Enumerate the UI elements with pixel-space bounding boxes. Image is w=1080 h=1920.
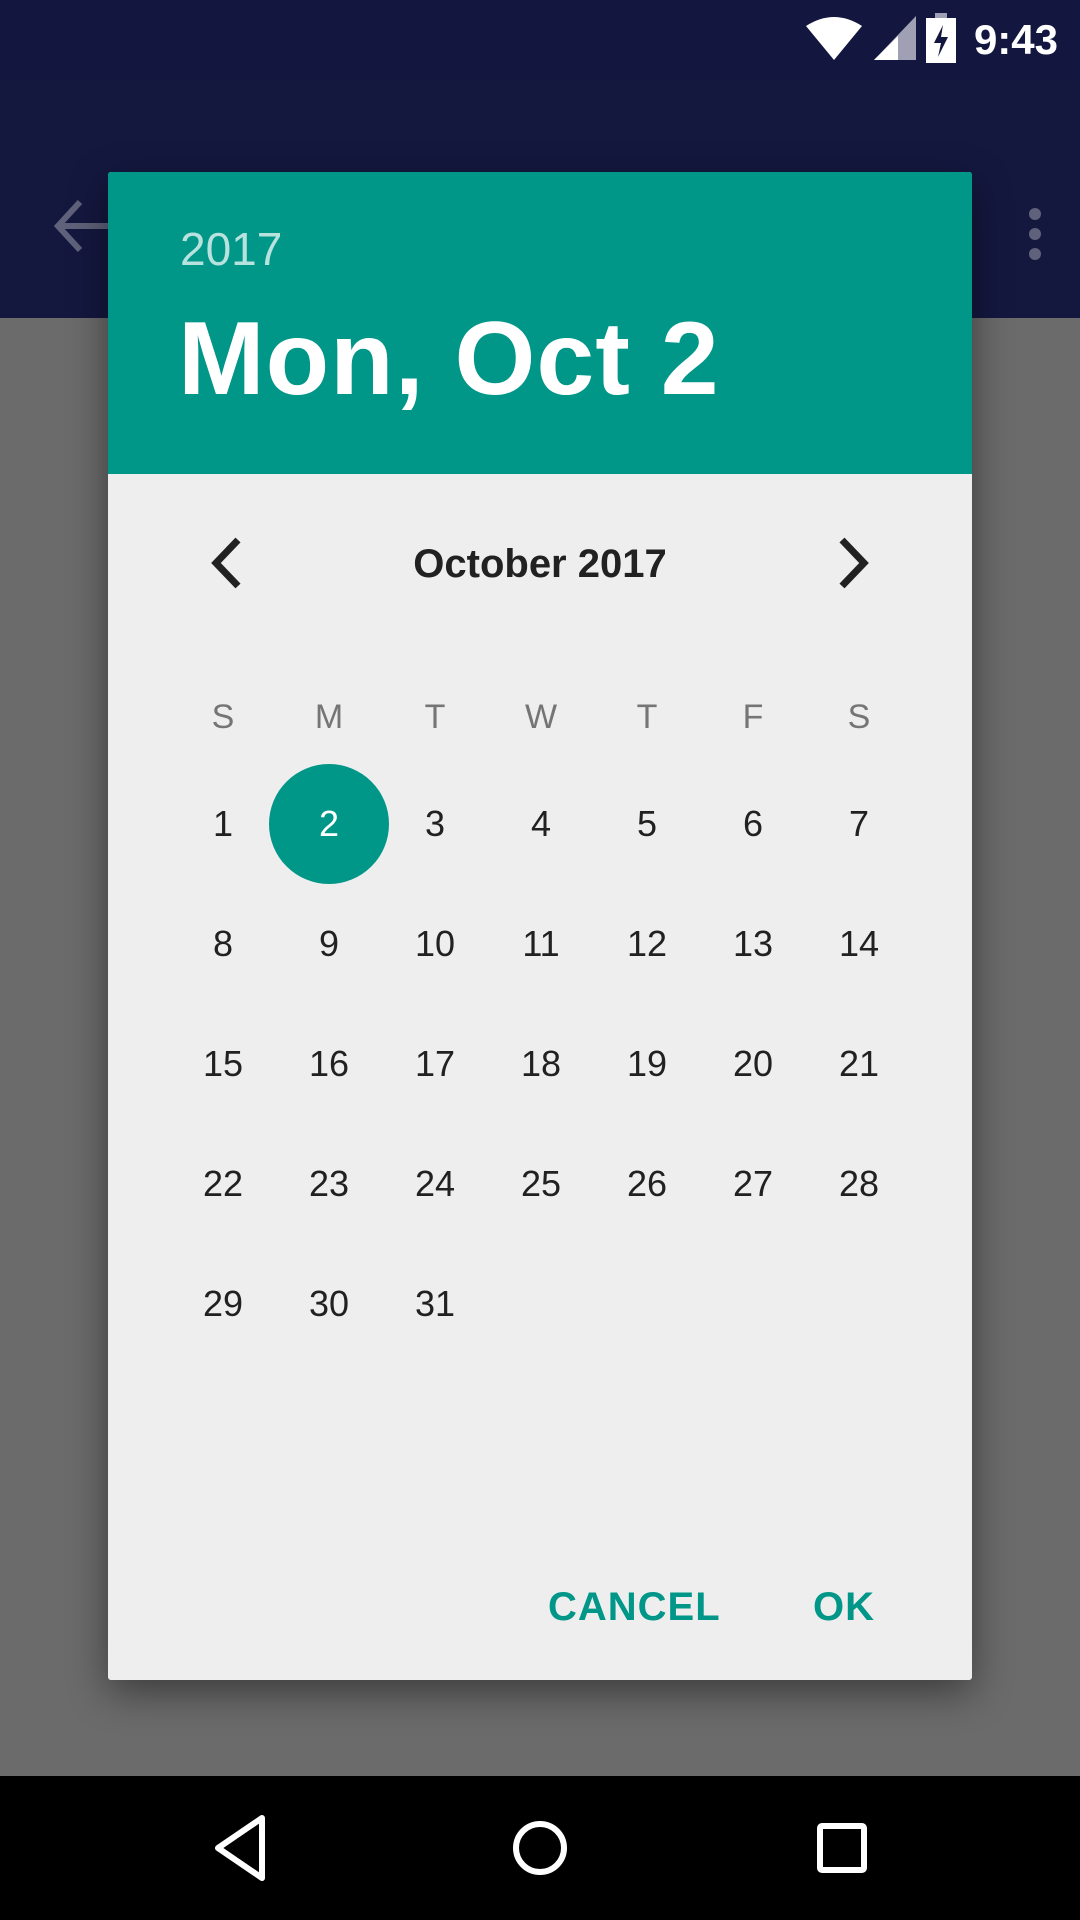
header-year[interactable]: 2017 xyxy=(180,222,282,276)
calendar-week: 29 30 31 xyxy=(170,1244,912,1364)
calendar-week: 8 9 10 11 12 13 14 xyxy=(170,884,912,1004)
calendar-day[interactable]: 6 xyxy=(700,764,806,884)
calendar-day[interactable]: 13 xyxy=(700,884,806,1004)
back-triangle-icon[interactable] xyxy=(212,1812,268,1889)
calendar-day[interactable]: 14 xyxy=(806,884,912,1004)
calendar-day[interactable]: 21 xyxy=(806,1004,912,1124)
calendar-day[interactable]: 17 xyxy=(382,1004,488,1124)
calendar-day[interactable]: 3 xyxy=(382,764,488,884)
status-bar: 9:43 xyxy=(0,0,1080,80)
calendar-day[interactable]: 11 xyxy=(488,884,594,1004)
calendar-day[interactable]: 8 xyxy=(170,884,276,1004)
screen: 9:43 2017 Mon, Oct 2 October 2017 S M T … xyxy=(0,0,1080,1920)
battery-charging-icon xyxy=(925,12,956,68)
ok-button[interactable]: OK xyxy=(813,1562,875,1652)
weekday-label: T xyxy=(636,698,658,736)
calendar-day[interactable]: 28 xyxy=(806,1124,912,1244)
calendar-week: 15 16 17 18 19 20 21 xyxy=(170,1004,912,1124)
calendar-day[interactable]: 19 xyxy=(594,1004,700,1124)
recents-square-icon[interactable] xyxy=(814,1812,870,1889)
calendar-day[interactable]: 30 xyxy=(276,1244,382,1364)
status-icons: 9:43 xyxy=(804,0,1058,80)
weekday-label: S xyxy=(847,698,871,736)
calendar-day[interactable]: 26 xyxy=(594,1124,700,1244)
date-picker-dialog: 2017 Mon, Oct 2 October 2017 S M T W T F… xyxy=(108,172,972,1680)
calendar-week: 22 23 24 25 26 27 28 xyxy=(170,1124,912,1244)
weekday-label: T xyxy=(424,698,446,736)
calendar-day[interactable]: 1 xyxy=(170,764,276,884)
weekday-label: S xyxy=(211,698,235,736)
date-picker-header: 2017 Mon, Oct 2 xyxy=(108,172,972,474)
calendar-day[interactable]: 16 xyxy=(276,1004,382,1124)
dialog-actions: CANCEL OK xyxy=(108,1562,972,1652)
home-circle-icon[interactable] xyxy=(512,1812,568,1889)
calendar-day[interactable]: 20 xyxy=(700,1004,806,1124)
calendar-day[interactable]: 15 xyxy=(170,1004,276,1124)
navigation-bar xyxy=(0,1776,1080,1920)
wifi-icon xyxy=(804,16,864,65)
weekday-label: W xyxy=(524,698,558,736)
calendar-day[interactable]: 23 xyxy=(276,1124,382,1244)
calendar-day[interactable]: 18 xyxy=(488,1004,594,1124)
header-date[interactable]: Mon, Oct 2 xyxy=(178,300,720,419)
chevron-right-icon[interactable] xyxy=(820,532,882,594)
calendar-day[interactable]: 4 xyxy=(488,764,594,884)
back-arrow-icon[interactable] xyxy=(53,199,114,257)
calendar-day-empty xyxy=(488,1244,594,1364)
calendar-day-empty xyxy=(806,1244,912,1364)
calendar-day[interactable]: 29 xyxy=(170,1244,276,1364)
calendar-day-empty xyxy=(594,1244,700,1364)
weekday-label: M xyxy=(314,698,344,736)
calendar-day[interactable]: 24 xyxy=(382,1124,488,1244)
calendar-day[interactable]: 9 xyxy=(276,884,382,1004)
calendar-day[interactable]: 5 xyxy=(594,764,700,884)
calendar-day-empty xyxy=(700,1244,806,1364)
calendar-day[interactable]: 31 xyxy=(382,1244,488,1364)
cellular-signal-icon xyxy=(873,15,916,65)
calendar-day[interactable]: 22 xyxy=(170,1124,276,1244)
calendar-day-selected[interactable]: 2 xyxy=(269,764,389,884)
weekday-label: F xyxy=(742,698,764,736)
calendar-week: 1 2 3 4 5 6 7 xyxy=(170,764,912,884)
calendar-day[interactable]: 25 xyxy=(488,1124,594,1244)
weekday-header: S M T W T F S xyxy=(170,692,912,742)
calendar-day[interactable]: 7 xyxy=(806,764,912,884)
calendar-day[interactable]: 12 xyxy=(594,884,700,1004)
more-vert-icon[interactable] xyxy=(1028,208,1042,265)
calendar-day[interactable]: 27 xyxy=(700,1124,806,1244)
status-time: 9:43 xyxy=(973,16,1058,63)
cancel-button[interactable]: CANCEL xyxy=(548,1562,721,1652)
calendar-day[interactable]: 10 xyxy=(382,884,488,1004)
